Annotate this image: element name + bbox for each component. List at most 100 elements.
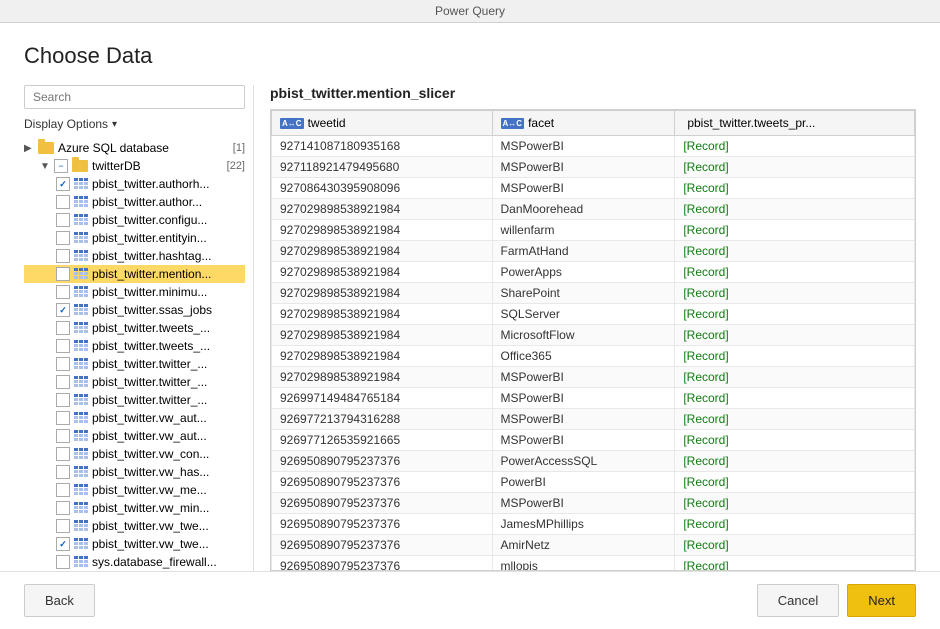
table-row[interactable]: 926997149484765184 MSPowerBI [Record] [272, 388, 915, 409]
checkbox-t20[interactable] [56, 519, 70, 533]
col-header-tweetid[interactable]: A↔C tweetid [272, 111, 493, 136]
table-row[interactable]: 927029898538921984 willenfarm [Record] [272, 220, 915, 241]
tree-item-t15[interactable]: pbist_twitter.vw_aut... [24, 427, 245, 445]
tree-item-t1[interactable]: ✓ pbist_twitter.authorh... [24, 175, 245, 193]
tree-container[interactable]: ▶ Azure SQL database [1] ▼ − twitterDB [… [24, 139, 245, 571]
cell-record[interactable]: [Record] [675, 451, 915, 472]
checkbox-t2[interactable] [56, 195, 70, 209]
cell-record[interactable]: [Record] [675, 493, 915, 514]
table-row[interactable]: 926950890795237376 mllopis [Record] [272, 556, 915, 572]
tree-item-t10[interactable]: pbist_twitter.tweets_... [24, 337, 245, 355]
checkbox-t7[interactable] [56, 285, 70, 299]
tree-item-t6[interactable]: pbist_twitter.mention... [24, 265, 245, 283]
cell-record[interactable]: [Record] [675, 136, 915, 157]
cell-record[interactable]: [Record] [675, 220, 915, 241]
tree-item-t19[interactable]: pbist_twitter.vw_min... [24, 499, 245, 517]
checkbox-t12[interactable] [56, 375, 70, 389]
checkbox-t18[interactable] [56, 483, 70, 497]
checkbox-t10[interactable] [56, 339, 70, 353]
checkbox-t4[interactable] [56, 231, 70, 245]
table-row[interactable]: 927029898538921984 PowerApps [Record] [272, 262, 915, 283]
cell-record[interactable]: [Record] [675, 262, 915, 283]
cell-record[interactable]: [Record] [675, 325, 915, 346]
tree-item-t8[interactable]: ✓ pbist_twitter.ssas_jobs [24, 301, 245, 319]
search-input[interactable] [24, 85, 245, 109]
checkbox-t21[interactable]: ✓ [56, 537, 70, 551]
checkbox-twitterdb[interactable]: − [54, 159, 68, 173]
cell-record[interactable]: [Record] [675, 409, 915, 430]
tree-item-t7[interactable]: pbist_twitter.minimu... [24, 283, 245, 301]
checkbox-t14[interactable] [56, 411, 70, 425]
next-button[interactable]: Next [847, 584, 916, 617]
back-button[interactable]: Back [24, 584, 95, 617]
tree-item-t22[interactable]: sys.database_firewall... [24, 553, 245, 571]
cell-record[interactable]: [Record] [675, 556, 915, 572]
checkbox-t5[interactable] [56, 249, 70, 263]
checkbox-t9[interactable] [56, 321, 70, 335]
table-row[interactable]: 926950890795237376 MSPowerBI [Record] [272, 493, 915, 514]
table-row[interactable]: 927029898538921984 SharePoint [Record] [272, 283, 915, 304]
cancel-button[interactable]: Cancel [757, 584, 839, 617]
cell-record[interactable]: [Record] [675, 388, 915, 409]
cell-record[interactable]: [Record] [675, 472, 915, 493]
checkbox-t6[interactable] [56, 267, 70, 281]
cell-record[interactable]: [Record] [675, 199, 915, 220]
table-row[interactable]: 926977213794316288 MSPowerBI [Record] [272, 409, 915, 430]
cell-record[interactable]: [Record] [675, 535, 915, 556]
tree-item-azure-sql[interactable]: ▶ Azure SQL database [1] [24, 139, 245, 157]
tree-item-twitterdb[interactable]: ▼ − twitterDB [22] [24, 157, 245, 175]
checkbox-t16[interactable] [56, 447, 70, 461]
table-row[interactable]: 927086430395908096 MSPowerBI [Record] [272, 178, 915, 199]
checkbox-t17[interactable] [56, 465, 70, 479]
tree-item-t21[interactable]: ✓ pbist_twitter.vw_twe... [24, 535, 245, 553]
tree-item-t4[interactable]: pbist_twitter.entityin... [24, 229, 245, 247]
table-row[interactable]: 927029898538921984 Office365 [Record] [272, 346, 915, 367]
table-row[interactable]: 926977126535921665 MSPowerBI [Record] [272, 430, 915, 451]
tree-item-t14[interactable]: pbist_twitter.vw_aut... [24, 409, 245, 427]
checkbox-t3[interactable] [56, 213, 70, 227]
table-row[interactable]: 926950890795237376 PowerBI [Record] [272, 472, 915, 493]
tree-item-t3[interactable]: pbist_twitter.configu... [24, 211, 245, 229]
table-row[interactable]: 926950890795237376 JamesMPhillips [Recor… [272, 514, 915, 535]
tree-item-t2[interactable]: pbist_twitter.author... [24, 193, 245, 211]
display-options-button[interactable]: Display Options ▾ [24, 117, 245, 131]
checkbox-t13[interactable] [56, 393, 70, 407]
col-header-tweets-pr[interactable]: pbist_twitter.tweets_pr... [675, 111, 915, 136]
tree-item-t18[interactable]: pbist_twitter.vw_me... [24, 481, 245, 499]
tree-item-t9[interactable]: pbist_twitter.tweets_... [24, 319, 245, 337]
table-row[interactable]: 927118921479495680 MSPowerBI [Record] [272, 157, 915, 178]
tree-item-t11[interactable]: pbist_twitter.twitter_... [24, 355, 245, 373]
table-row[interactable]: 927029898538921984 SQLServer [Record] [272, 304, 915, 325]
cell-record[interactable]: [Record] [675, 367, 915, 388]
cell-record[interactable]: [Record] [675, 241, 915, 262]
cell-record[interactable]: [Record] [675, 304, 915, 325]
table-row[interactable]: 927029898538921984 FarmAtHand [Record] [272, 241, 915, 262]
cell-tweetid: 926950890795237376 [272, 514, 493, 535]
cell-record[interactable]: [Record] [675, 157, 915, 178]
cell-record[interactable]: [Record] [675, 430, 915, 451]
checkbox-t19[interactable] [56, 501, 70, 515]
tree-item-t16[interactable]: pbist_twitter.vw_con... [24, 445, 245, 463]
col-header-facet[interactable]: A↔C facet [492, 111, 675, 136]
tree-item-t17[interactable]: pbist_twitter.vw_has... [24, 463, 245, 481]
data-table-container[interactable]: A↔C tweetid A↔C facet [270, 109, 916, 571]
cell-record[interactable]: [Record] [675, 346, 915, 367]
tree-item-t12[interactable]: pbist_twitter.twitter_... [24, 373, 245, 391]
table-row[interactable]: 927029898538921984 DanMoorehead [Record] [272, 199, 915, 220]
checkbox-t11[interactable] [56, 357, 70, 371]
table-row[interactable]: 926950890795237376 PowerAccessSQL [Recor… [272, 451, 915, 472]
cell-record[interactable]: [Record] [675, 283, 915, 304]
tree-item-t13[interactable]: pbist_twitter.twitter_... [24, 391, 245, 409]
checkbox-t22[interactable] [56, 555, 70, 569]
cell-record[interactable]: [Record] [675, 178, 915, 199]
checkbox-t1[interactable]: ✓ [56, 177, 70, 191]
tree-item-t20[interactable]: pbist_twitter.vw_twe... [24, 517, 245, 535]
checkbox-t8[interactable]: ✓ [56, 303, 70, 317]
table-row[interactable]: 927029898538921984 MicrosoftFlow [Record… [272, 325, 915, 346]
checkbox-t15[interactable] [56, 429, 70, 443]
table-row[interactable]: 927141087180935168 MSPowerBI [Record] [272, 136, 915, 157]
cell-record[interactable]: [Record] [675, 514, 915, 535]
table-row[interactable]: 927029898538921984 MSPowerBI [Record] [272, 367, 915, 388]
tree-item-t5[interactable]: pbist_twitter.hashtag... [24, 247, 245, 265]
table-row[interactable]: 926950890795237376 AmirNetz [Record] [272, 535, 915, 556]
